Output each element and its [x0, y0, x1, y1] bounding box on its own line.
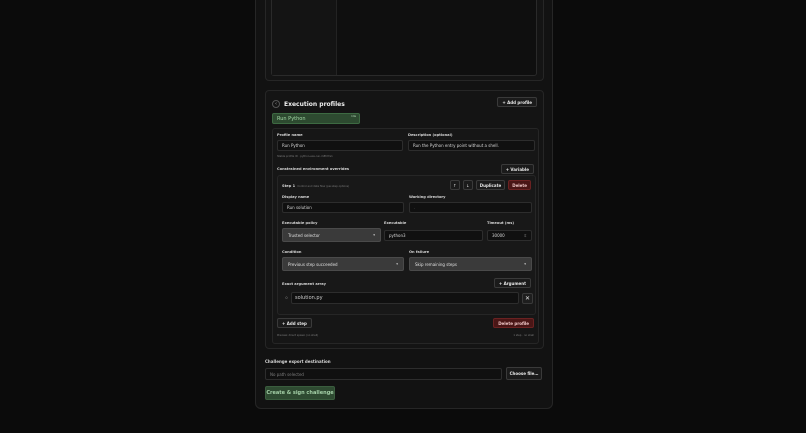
profile-actions: + Add step Delete profile [277, 318, 534, 328]
remove-argument-icon[interactable]: ✕ [522, 292, 533, 304]
delete-step-button[interactable]: Delete [508, 180, 531, 190]
step-subtitle: Control and data flow (per-step options) [297, 185, 350, 188]
profile-name-label: Profile name [277, 133, 303, 137]
argument-input[interactable]: solution.py [291, 292, 519, 304]
add-profile-button[interactable]: + Add profile [497, 97, 537, 107]
on-failure-value: Skip remaining steps [415, 261, 457, 267]
step-name: Step 1 [282, 184, 296, 188]
env-overrides-label: Constrained environment overrides [277, 167, 350, 171]
stepper-icon[interactable]: ⇳ [524, 233, 527, 238]
profile-name-input[interactable]: Run Python [277, 140, 403, 151]
preview-pane [271, 0, 537, 76]
argument-array-label: Exact argument array [282, 282, 326, 286]
description-label: Description (optional) [408, 133, 453, 137]
profile-id-hint: Stable profile ID · python-exe-run-m8f27… [277, 155, 333, 158]
executable-input[interactable]: python3 [384, 230, 483, 241]
on-failure-label: On failure [409, 250, 430, 254]
step-card: Step 1 Control and data flow (per-step o… [277, 175, 536, 315]
challenge-editor-panel: ‹ Execution profiles + Add profile Run P… [255, 0, 553, 409]
profile-tab-run-python[interactable]: Run Python Idle [272, 113, 360, 124]
section-title: Execution profiles [284, 100, 345, 108]
preview-card [265, 0, 544, 81]
condition-value: Previous step succeeded [288, 261, 338, 267]
step-toolbar: ↑ ↓ Duplicate Delete [449, 180, 531, 190]
add-argument-button[interactable]: + Argument [493, 278, 531, 288]
display-name-label: Display name [282, 195, 310, 199]
move-up-icon[interactable]: ↑ [449, 180, 460, 190]
condition-label: Condition [282, 250, 302, 254]
execution-profiles-header: ‹ Execution profiles + Add profile [272, 97, 537, 111]
timeout-value: 30000 [492, 233, 505, 238]
profile-status-badge: Idle [351, 115, 356, 118]
chevron-down-icon: ▾ [524, 262, 526, 266]
profile-tab-label: Run Python [277, 116, 306, 122]
chevron-down-icon: ▾ [396, 262, 398, 266]
step-count: 1 step · no shell [513, 334, 534, 337]
duplicate-step-button[interactable]: Duplicate [475, 180, 506, 190]
timeout-label: Timeout (ms) [487, 221, 515, 225]
add-step-button[interactable]: + Add step [277, 318, 312, 328]
argument-index: 0 [285, 296, 288, 300]
choose-file-button[interactable]: Choose file… [506, 367, 542, 380]
executable-policy-select[interactable]: Trusted selector ▾ [282, 228, 381, 242]
profile-editor: Profile name Run Python Description (opt… [272, 128, 539, 344]
display-name-input[interactable]: Run solution [282, 202, 404, 213]
executable-policy-label: Executable policy [282, 221, 318, 225]
preview-sidebar [272, 0, 337, 75]
add-variable-button[interactable]: + Variable [500, 164, 534, 174]
move-down-icon[interactable]: ↓ [462, 180, 473, 190]
on-failure-select[interactable]: Skip remaining steps ▾ [409, 257, 532, 271]
delete-profile-button[interactable]: Delete profile [493, 318, 534, 328]
working-directory-label: Working directory [409, 195, 446, 199]
executable-label: Executable [384, 221, 407, 225]
chevron-down-icon: ▾ [373, 233, 375, 237]
working-directory-input[interactable]: . [409, 202, 532, 213]
spawn-preview-hint: Preview: direct spawn (no shell) [277, 334, 319, 337]
collapse-section-icon[interactable]: ‹ [272, 100, 280, 108]
export-path-input[interactable]: No path selected [265, 368, 502, 380]
export-destination-label: Challenge export destination [265, 359, 331, 364]
executable-policy-value: Trusted selector [288, 232, 320, 238]
execution-profiles-section: ‹ Execution profiles + Add profile Run P… [265, 90, 544, 349]
timeout-input[interactable]: 30000 ⇳ [487, 230, 532, 241]
condition-select[interactable]: Previous step succeeded ▾ [282, 257, 404, 271]
create-sign-button[interactable]: Create & sign challenge [265, 386, 335, 400]
argument-row: 0 solution.py ✕ [282, 292, 533, 304]
step-title: Step 1 Control and data flow (per-step o… [282, 184, 349, 188]
description-input[interactable]: Run the Python entry point without a she… [408, 140, 535, 151]
